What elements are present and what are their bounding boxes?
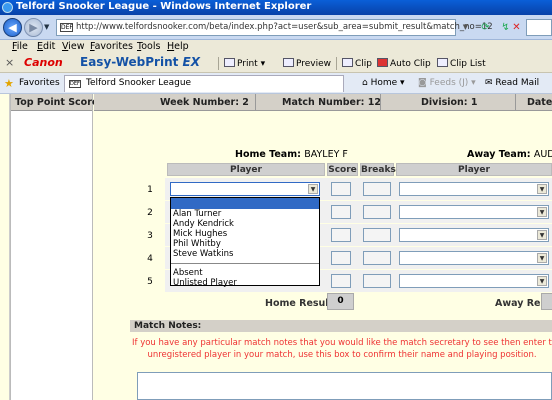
canon-logo: Canon (24, 56, 63, 69)
chevron-down-icon: ▼ (537, 276, 547, 286)
row-number: 3 (147, 231, 153, 241)
score-header: Score (327, 163, 358, 176)
dropdown-option[interactable]: Andy Kendrick (171, 219, 319, 229)
division: Division: 1 (421, 97, 478, 108)
menu-bar: File Edit View Favorites Tools Help (0, 40, 552, 54)
dropdown-option-absent[interactable]: Absent (171, 268, 319, 278)
address-dropdown-icon[interactable]: ▼ (458, 20, 473, 35)
url-text[interactable]: http://www.telfordsnooker.com/beta/index… (76, 22, 493, 32)
preview-icon (283, 58, 294, 67)
home-result-value: 0 (327, 293, 354, 310)
menu-favorites[interactable]: Favorites (90, 41, 133, 52)
refresh-icon[interactable]: ⟳ (478, 20, 493, 35)
window-title: Telford Snooker League - Windows Interne… (16, 1, 312, 12)
top-point-scorers-header: Top Point Scorers (11, 94, 109, 111)
chevron-down-icon: ▼ (537, 253, 547, 263)
home-breaks-input[interactable] (363, 228, 391, 242)
home-score-input[interactable] (331, 205, 351, 219)
away-player-select[interactable]: ▼ (399, 251, 549, 265)
clip-list-icon (437, 58, 448, 67)
home-score-input[interactable] (331, 251, 351, 265)
breaks-header: Breaks (360, 163, 396, 176)
home-player-header: Player (167, 163, 325, 176)
clip-button[interactable]: Clip (342, 58, 372, 69)
ie-logo-icon (2, 2, 13, 13)
menu-edit[interactable]: Edit (37, 41, 55, 52)
away-team: Away Team: AUDCO C (467, 149, 552, 160)
home-breaks-input[interactable] (363, 182, 391, 196)
printer-icon (224, 58, 235, 67)
menu-view[interactable]: View (62, 41, 85, 52)
dropdown-option[interactable]: Mick Hughes (171, 229, 319, 239)
print-button[interactable]: Print ▾ (224, 58, 265, 69)
feeds-button[interactable]: ◙ Feeds (J) ▾ (418, 78, 476, 88)
dropdown-option[interactable]: Alan Turner (171, 209, 319, 219)
home-breaks-input[interactable] (363, 251, 391, 265)
match-date: Date: W (527, 97, 552, 108)
preview-button[interactable]: Preview (283, 58, 331, 69)
away-player-select[interactable]: ▼ (399, 182, 549, 196)
close-toolbar-icon[interactable]: × (5, 56, 14, 69)
home-score-input[interactable] (331, 228, 351, 242)
away-player-select[interactable]: ▼ (399, 274, 549, 288)
match-number: Match Number: 12 (282, 97, 381, 108)
page-icon: DEF (60, 23, 73, 32)
week-number: Week Number: 2 (160, 97, 249, 108)
away-player-header: Player (396, 163, 552, 176)
chevron-down-icon: ▼ (537, 184, 547, 194)
tab-page-icon: DEF (69, 80, 81, 88)
player-dropdown-list: Alan Turner Andy Kendrick Mick Hughes Ph… (170, 197, 320, 288)
read-mail-button[interactable]: ✉ Read Mail (485, 78, 539, 88)
favorites-star-icon[interactable]: ★ (4, 77, 14, 90)
title-bar: Telford Snooker League - Windows Interne… (0, 0, 552, 15)
menu-tools[interactable]: Tools (137, 41, 160, 52)
away-player-select[interactable]: ▼ (399, 228, 549, 242)
match-notes-textarea[interactable] (137, 372, 552, 400)
easy-webprint-logo: Easy-WebPrint EX (80, 55, 200, 69)
history-dropdown-icon[interactable]: ▼ (44, 23, 49, 31)
clip-list-button[interactable]: Clip List (437, 58, 486, 69)
row-number: 5 (147, 277, 153, 287)
page-content: Top Point Scorers Week Number: 2 Match N… (0, 94, 552, 400)
dropdown-option-empty-selected[interactable] (171, 198, 319, 209)
match-notes-header: Match Notes: (130, 320, 552, 332)
browser-tab[interactable]: DEF Telford Snooker League (64, 75, 344, 92)
home-button[interactable]: ⌂ Home ▾ (362, 78, 405, 88)
row-number: 2 (147, 208, 153, 218)
dropdown-option-unlisted[interactable]: Unlisted Player (171, 278, 319, 288)
clip-icon (342, 58, 353, 67)
match-notes-instructions: If you have any particular match notes t… (132, 338, 552, 360)
favorites-button[interactable]: Favorites (19, 78, 60, 88)
dropdown-option[interactable]: Steve Watkins (171, 249, 319, 259)
address-row: ◀ ▶ ▼ DEF http://www.telfordsnooker.com/… (0, 15, 552, 40)
menu-file[interactable]: File (12, 41, 28, 52)
address-bar[interactable]: DEF http://www.telfordsnooker.com/beta/i… (56, 19, 493, 36)
dropdown-option[interactable]: Phil Whitby (171, 239, 319, 249)
stop-icon[interactable]: ✕ (509, 20, 524, 35)
away-player-select[interactable]: ▼ (399, 205, 549, 219)
sidebar: Top Point Scorers (10, 94, 109, 400)
tab-title: Telford Snooker League (86, 78, 192, 88)
home-breaks-input[interactable] (363, 274, 391, 288)
chevron-down-icon: ▼ (308, 184, 318, 194)
auto-clip-icon (377, 58, 388, 67)
home-team: Home Team: BAYLEY F (235, 149, 348, 160)
search-box[interactable] (526, 19, 552, 36)
home-breaks-input[interactable] (363, 205, 391, 219)
match-header: Week Number: 2 Match Number: 12 Division… (94, 94, 552, 111)
favorites-bar: ★ Favorites DEF Telford Snooker League ⌂… (0, 73, 552, 94)
forward-button[interactable]: ▶ (24, 18, 43, 37)
chevron-down-icon: ▼ (537, 207, 547, 217)
home-player-select[interactable]: ▼ (170, 182, 320, 196)
home-score-input[interactable] (331, 182, 351, 196)
chevron-down-icon: ▼ (537, 230, 547, 240)
menu-help[interactable]: Help (167, 41, 189, 52)
auto-clip-button[interactable]: Auto Clip (377, 58, 431, 69)
away-result-value (541, 293, 552, 310)
home-score-input[interactable] (331, 274, 351, 288)
row-number: 1 (147, 185, 153, 195)
row-number: 4 (147, 254, 153, 264)
canon-toolbar: × Canon Easy-WebPrint EX Print ▾ Preview… (0, 54, 552, 73)
back-button[interactable]: ◀ (3, 18, 22, 37)
